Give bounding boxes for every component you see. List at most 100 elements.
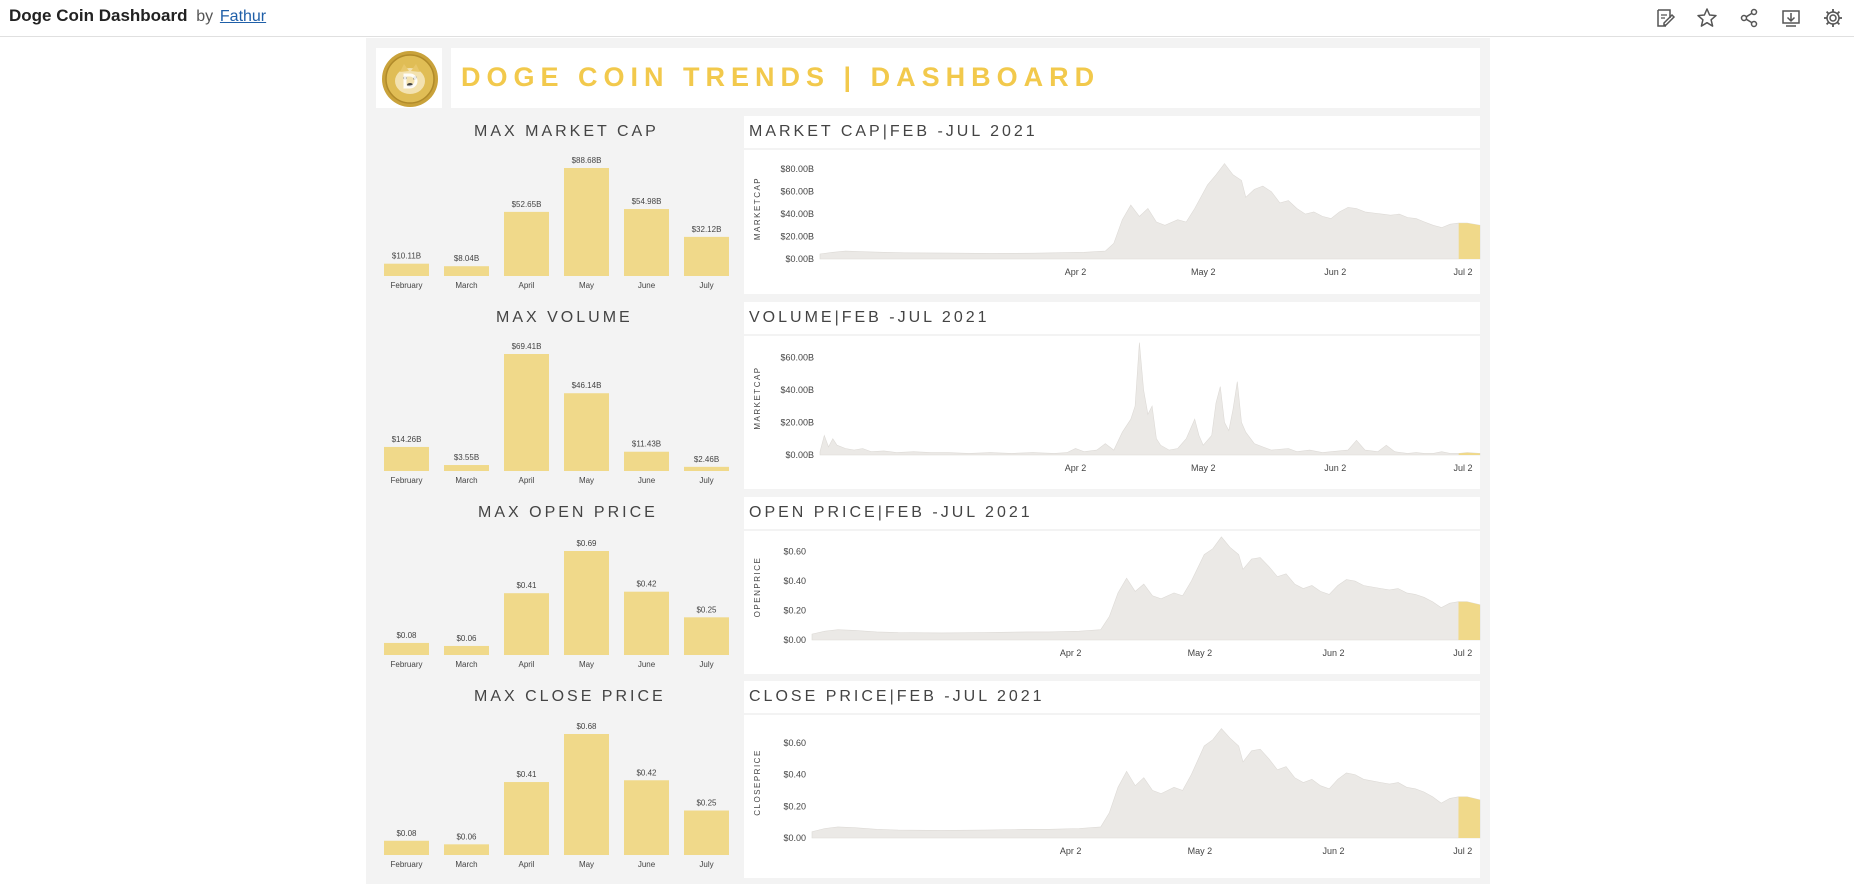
latest-month-highlight [1458, 796, 1480, 838]
y-axis-label: CLOSEPRICE [753, 749, 762, 816]
bar-march [444, 465, 489, 471]
bar-value-label: $46.14B [572, 381, 602, 390]
bar-value-label: $88.68B [572, 156, 602, 165]
edit-icon[interactable] [1654, 7, 1676, 29]
category-label: July [699, 660, 713, 669]
bar-value-label: $69.41B [512, 342, 542, 351]
bar-value-label: $0.08 [396, 631, 417, 640]
latest-month-highlight [1458, 223, 1480, 259]
y-tick-label: $0.60 [783, 738, 806, 748]
trend-area [819, 163, 1481, 260]
share-icon[interactable] [1738, 7, 1760, 29]
category-label: May [579, 860, 594, 869]
bar-value-label: $0.41 [516, 770, 537, 779]
y-tick-label: $0.00 [783, 833, 806, 843]
by-label: by [196, 8, 214, 25]
bar-value-label: $0.68 [576, 722, 597, 731]
workbook-title-area: Doge Coin Dashboard by Fathur [9, 6, 266, 26]
category-label: June [638, 281, 656, 290]
x-tick-label: May 2 [1191, 267, 1216, 277]
bar-july [684, 236, 729, 276]
category-label: July [699, 860, 713, 869]
max-open-price-title: MAX OPEN PRICE [478, 504, 658, 521]
close-price-trend-title: CLOSE PRICE|FEB -JUL 2021 [749, 688, 1045, 705]
bar-june [624, 451, 669, 471]
max-market-cap-bar-chart: $10.11B February $8.04B March $52.65B April $8… [384, 156, 729, 290]
category-label: June [638, 660, 656, 669]
category-label: July [699, 476, 713, 485]
category-label: April [518, 476, 534, 485]
bar-february [384, 446, 429, 471]
trend-area [811, 536, 1481, 641]
category-label: February [390, 660, 422, 669]
top-toolbar: Doge Coin Dashboard by Fathur [0, 0, 1854, 37]
category-label: March [455, 476, 477, 485]
download-icon[interactable] [1780, 7, 1802, 29]
open-price-area-chart: OPENPRICE $0.60 $0.40 $0.20 $0.00 Apr 2 May 2 J… [753, 536, 1481, 658]
bar-value-label: $0.25 [696, 799, 717, 808]
x-tick-label: Jun 2 [1324, 267, 1346, 277]
bar-value-label: $0.06 [456, 634, 477, 643]
bar-july [684, 810, 729, 855]
y-tick-label: $80.00B [780, 164, 814, 174]
category-label: July [699, 281, 713, 290]
bar-value-label: $0.41 [516, 581, 537, 590]
bar-value-label: $0.42 [636, 768, 657, 777]
category-label: May [579, 660, 594, 669]
y-tick-label: $40.00B [780, 209, 814, 219]
settings-icon[interactable] [1822, 7, 1844, 29]
bar-march [444, 266, 489, 276]
x-tick-label: Jun 2 [1324, 463, 1346, 473]
category-label: May [579, 476, 594, 485]
y-tick-label: $20.00B [780, 232, 814, 242]
bar-february [384, 840, 429, 855]
y-tick-label: $0.00B [785, 450, 814, 460]
category-label: February [390, 860, 422, 869]
max-market-cap-title: MAX MARKET CAP [474, 123, 659, 140]
bar-value-label: $8.04B [454, 254, 479, 263]
bar-value-label: $32.12B [692, 225, 722, 234]
category-label: March [455, 281, 477, 290]
bar-may [564, 734, 609, 855]
bar-value-label: $0.25 [696, 605, 717, 614]
category-label: June [638, 476, 656, 485]
y-tick-label: $0.00 [783, 635, 806, 645]
y-tick-label: $0.00B [785, 254, 814, 264]
market-cap-area-chart: MARKETCAP $80.00B $60.00B $40.00B $20.00B $0.… [753, 163, 1481, 277]
dashboard-title: DOGE COIN TRENDS | DASHBOARD [461, 62, 1101, 92]
x-tick-label: Jul 2 [1453, 648, 1472, 658]
author-link[interactable]: Fathur [220, 8, 266, 25]
bar-may [564, 551, 609, 655]
bar-july [684, 466, 729, 471]
category-label: February [390, 476, 422, 485]
toolbar-icons [1654, 7, 1844, 29]
bar-value-label: $10.11B [392, 252, 421, 261]
bar-february [384, 642, 429, 655]
max-volume-bar-chart: $14.26B February $3.55B March $69.41B April $4… [384, 342, 729, 485]
category-label: March [455, 860, 477, 869]
bar-value-label: $0.06 [456, 832, 477, 841]
y-tick-label: $0.20 [783, 606, 806, 616]
doge-coin-logo [382, 51, 438, 107]
x-tick-label: Apr 2 [1060, 648, 1082, 658]
star-icon[interactable] [1696, 7, 1718, 29]
bar-value-label: $2.46B [694, 455, 719, 464]
x-tick-label: Apr 2 [1065, 267, 1087, 277]
x-tick-label: Jun 2 [1322, 846, 1344, 856]
y-tick-label: $0.40 [783, 770, 806, 780]
x-tick-label: Apr 2 [1060, 846, 1082, 856]
volume-area-chart: MARKETCAP $60.00B $40.00B $20.00B $0.00B Apr … [753, 342, 1481, 473]
bar-april [504, 782, 549, 855]
y-axis-label: MARKETCAP [753, 366, 762, 429]
bar-value-label: $52.65B [512, 200, 542, 209]
bar-march [444, 844, 489, 855]
y-tick-label: $60.00B [780, 352, 814, 362]
bar-april [504, 593, 549, 655]
x-tick-label: Jul 2 [1453, 846, 1472, 856]
y-tick-label: $0.20 [783, 801, 806, 811]
bar-value-label: $11.43B [632, 440, 661, 449]
bar-value-label: $14.26B [392, 435, 422, 444]
category-label: April [518, 281, 534, 290]
bar-february [384, 263, 429, 276]
trend-area [811, 728, 1481, 839]
